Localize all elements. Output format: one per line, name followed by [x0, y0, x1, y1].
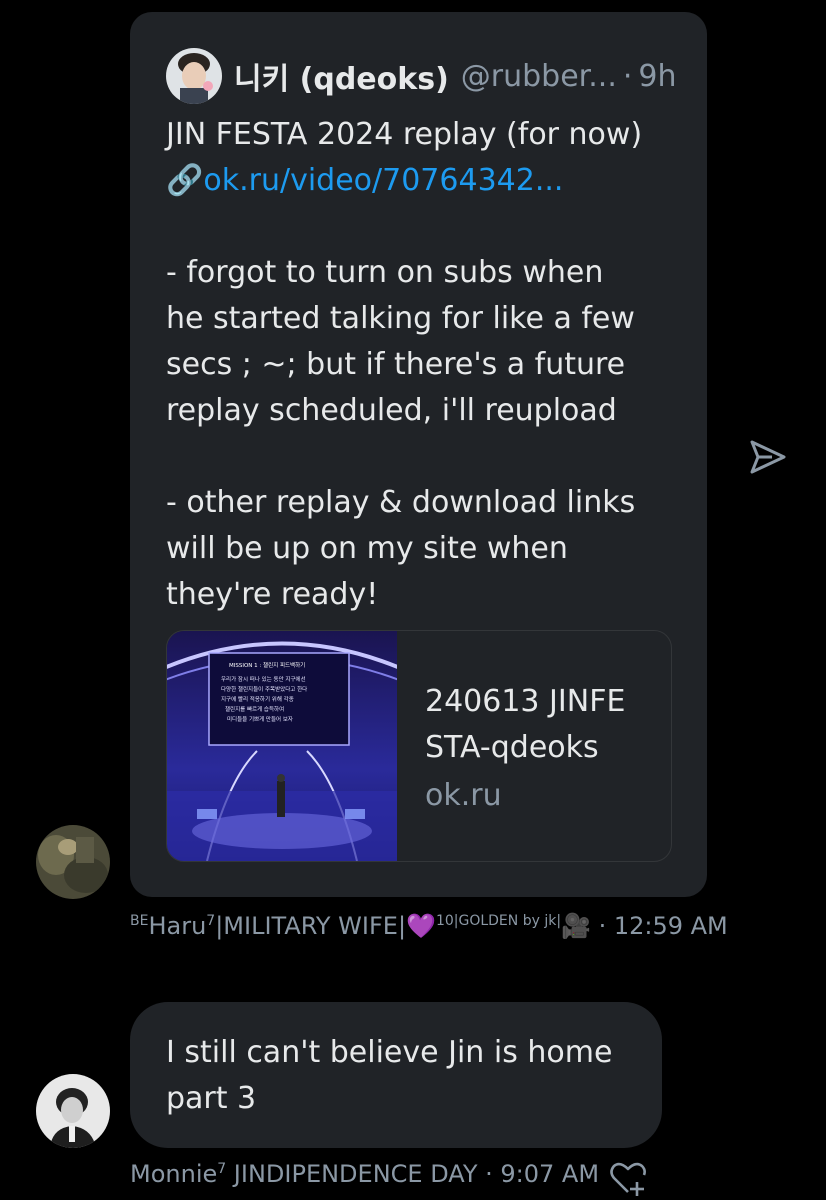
tweet-line: they're ready! [166, 577, 379, 612]
tweet-line: - forgot to turn on subs when [166, 255, 604, 290]
send-icon[interactable] [746, 436, 788, 478]
tweet-line: he started talking for like a few [166, 301, 635, 336]
video-thumbnail: MISSION 1 : 챌린지 피드백하기 우리가 잠시 떠나 있는 동안 지구… [167, 631, 397, 861]
separator-dot: · [622, 58, 633, 94]
quoted-tweet-text: JIN FESTA 2024 replay (for now) 🔗ok.ru/v… [166, 112, 686, 618]
separator-dot: · [590, 912, 614, 940]
message1-meta: BEHaru7|MILITARY WIFE|💜10|GOLDEN by jk|🎥… [130, 912, 728, 940]
tweet-line: secs ; ~; but if there's a future [166, 347, 626, 382]
quoted-author-handle: @rubber... [460, 58, 617, 94]
golden-text: |GOLDEN by jk| [453, 913, 562, 929]
message2-meta: Monnie7 JINDIPENDENCE DAY · 9:07 AM [130, 1160, 599, 1188]
video-link[interactable]: ok.ru/video/70764342... [203, 163, 563, 198]
quoted-author-avatar[interactable] [166, 48, 222, 104]
quoted-tweet-bubble[interactable]: 니키 (qdeoks) @rubber... · 9h JIN FESTA 20… [130, 12, 707, 897]
screen-line: 다양한 챌린지들이 주목받았다고 한다 [221, 685, 307, 693]
sender-name[interactable]: Haru [148, 912, 206, 940]
heart-add-icon[interactable] [608, 1158, 648, 1198]
sender-avatar[interactable] [36, 825, 110, 899]
card-domain: ok.ru [425, 778, 502, 813]
purple-heart-emoji: 💜 [406, 912, 436, 940]
card-title-line: STA-qdeoks [425, 730, 599, 765]
number-sup: 10 [435, 913, 454, 929]
tweet-line: - other replay & download links [166, 485, 636, 520]
quoted-tweet-header: 니키 (qdeoks) @rubber... · 9h [166, 46, 677, 106]
sender-sup: 7 [217, 1161, 227, 1177]
link-preview-card[interactable]: MISSION 1 : 챌린지 피드백하기 우리가 잠시 떠나 있는 동안 지구… [166, 630, 672, 862]
message2-time: 9:07 AM [500, 1160, 600, 1188]
tweet-link[interactable]: 🔗ok.ru/video/70764342... [166, 158, 686, 204]
card-title-line: 240613 JINFE [425, 684, 626, 719]
screen-line: MISSION 1 : 챌린지 피드백하기 [229, 661, 305, 669]
separator-dot: · [477, 1160, 501, 1188]
message-text: I still can't believe Jin is home part 3 [166, 1035, 613, 1116]
screen-line: 미디들을 기쁘게 만들어 보자 [227, 715, 293, 723]
screen-line: 챌린지를 빠르게 습득하여 [225, 705, 284, 713]
sender-prefix: BE [130, 913, 149, 929]
screen-line: 지구에 빨리 적응하기 위해 각종 [221, 695, 294, 703]
sender-sup: 7 [206, 913, 216, 929]
sender-avatar[interactable] [36, 1074, 110, 1148]
tweet-line: replay scheduled, i'll reupload [166, 393, 617, 428]
sender-name-rest: |MILITARY WIFE| [215, 912, 407, 940]
sender-name[interactable]: Monnie [130, 1160, 217, 1188]
tweet-line: JIN FESTA 2024 replay (for now) [166, 117, 643, 152]
message1-time: 12:59 AM [613, 912, 728, 940]
camera-emoji: 🎥 [561, 912, 591, 940]
message-bubble[interactable]: I still can't believe Jin is home part 3 [130, 1002, 662, 1148]
card-title: 240613 JINFE STA-qdeoks [425, 679, 655, 771]
tweet-line: will be up on my site when [166, 531, 568, 566]
link-icon: 🔗 [166, 163, 204, 198]
quoted-author-name: 니키 (qdeoks) [234, 62, 449, 97]
quoted-tweet-time: 9h [638, 58, 677, 94]
sender-name-rest: JINDIPENDENCE DAY [226, 1160, 478, 1188]
screen-line: 우리가 잠시 떠나 있는 동안 지구에선 [221, 675, 306, 683]
